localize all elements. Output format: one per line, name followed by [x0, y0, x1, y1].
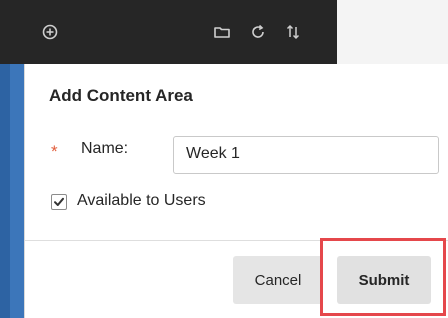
cancel-button[interactable]: Cancel	[233, 256, 323, 304]
toolbar-empty-area	[337, 0, 448, 64]
dialog-title: Add Content Area	[49, 86, 193, 105]
required-marker: *	[51, 142, 58, 161]
refresh-icon[interactable]	[248, 22, 268, 42]
checkmark-icon	[54, 197, 64, 206]
course-toolbar	[0, 0, 337, 64]
available-to-users-label[interactable]: Available to Users	[77, 192, 206, 210]
submit-highlight-box	[320, 238, 446, 316]
available-to-users-checkbox[interactable]	[51, 194, 67, 210]
sort-icon[interactable]	[283, 22, 303, 42]
name-label: Name:	[81, 140, 129, 157]
folder-icon[interactable]	[212, 22, 232, 42]
course-menu-edge-highlight	[10, 64, 24, 318]
name-input[interactable]: Week 1	[173, 136, 439, 174]
add-circle-icon[interactable]	[40, 22, 60, 42]
